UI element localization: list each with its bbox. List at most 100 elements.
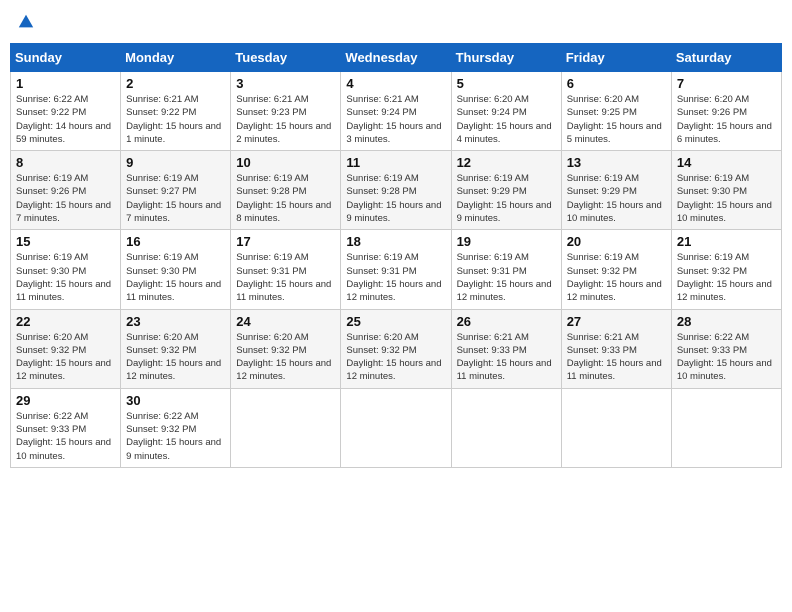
day-info: Sunrise: 6:19 AM Sunset: 9:30 PM Dayligh… (16, 251, 115, 304)
day-info: Sunrise: 6:19 AM Sunset: 9:27 PM Dayligh… (126, 172, 225, 225)
calendar-cell: 3 Sunrise: 6:21 AM Sunset: 9:23 PM Dayli… (231, 72, 341, 151)
day-number: 17 (236, 234, 335, 249)
day-info: Sunrise: 6:19 AM Sunset: 9:31 PM Dayligh… (457, 251, 556, 304)
day-info: Sunrise: 6:19 AM Sunset: 9:28 PM Dayligh… (346, 172, 445, 225)
calendar-cell: 12 Sunrise: 6:19 AM Sunset: 9:29 PM Dayl… (451, 151, 561, 230)
day-number: 6 (567, 76, 666, 91)
day-info: Sunrise: 6:22 AM Sunset: 9:33 PM Dayligh… (16, 410, 115, 463)
day-number: 1 (16, 76, 115, 91)
calendar-cell: 1 Sunrise: 6:22 AM Sunset: 9:22 PM Dayli… (11, 72, 121, 151)
calendar-table: SundayMondayTuesdayWednesdayThursdayFrid… (10, 43, 782, 468)
day-number: 21 (677, 234, 776, 249)
calendar-cell: 10 Sunrise: 6:19 AM Sunset: 9:28 PM Dayl… (231, 151, 341, 230)
day-number: 2 (126, 76, 225, 91)
day-info: Sunrise: 6:21 AM Sunset: 9:24 PM Dayligh… (346, 93, 445, 146)
calendar-header-row: SundayMondayTuesdayWednesdayThursdayFrid… (11, 44, 782, 72)
calendar-cell: 20 Sunrise: 6:19 AM Sunset: 9:32 PM Dayl… (561, 230, 671, 309)
day-info: Sunrise: 6:19 AM Sunset: 9:26 PM Dayligh… (16, 172, 115, 225)
day-info: Sunrise: 6:22 AM Sunset: 9:33 PM Dayligh… (677, 331, 776, 384)
calendar-cell: 21 Sunrise: 6:19 AM Sunset: 9:32 PM Dayl… (671, 230, 781, 309)
calendar-cell: 11 Sunrise: 6:19 AM Sunset: 9:28 PM Dayl… (341, 151, 451, 230)
day-info: Sunrise: 6:19 AM Sunset: 9:30 PM Dayligh… (677, 172, 776, 225)
calendar-cell: 18 Sunrise: 6:19 AM Sunset: 9:31 PM Dayl… (341, 230, 451, 309)
day-number: 9 (126, 155, 225, 170)
calendar-day-header: Friday (561, 44, 671, 72)
logo-icon (17, 13, 35, 31)
day-info: Sunrise: 6:21 AM Sunset: 9:23 PM Dayligh… (236, 93, 335, 146)
day-info: Sunrise: 6:20 AM Sunset: 9:25 PM Dayligh… (567, 93, 666, 146)
day-number: 23 (126, 314, 225, 329)
day-number: 10 (236, 155, 335, 170)
calendar-cell: 27 Sunrise: 6:21 AM Sunset: 9:33 PM Dayl… (561, 309, 671, 388)
calendar-cell: 13 Sunrise: 6:19 AM Sunset: 9:29 PM Dayl… (561, 151, 671, 230)
calendar-cell: 26 Sunrise: 6:21 AM Sunset: 9:33 PM Dayl… (451, 309, 561, 388)
logo (15, 10, 35, 33)
day-info: Sunrise: 6:21 AM Sunset: 9:33 PM Dayligh… (567, 331, 666, 384)
day-number: 4 (346, 76, 445, 91)
day-number: 20 (567, 234, 666, 249)
calendar-week-row: 8 Sunrise: 6:19 AM Sunset: 9:26 PM Dayli… (11, 151, 782, 230)
day-number: 14 (677, 155, 776, 170)
calendar-day-header: Saturday (671, 44, 781, 72)
calendar-day-header: Wednesday (341, 44, 451, 72)
calendar-cell (561, 388, 671, 467)
day-info: Sunrise: 6:20 AM Sunset: 9:32 PM Dayligh… (126, 331, 225, 384)
calendar-cell (341, 388, 451, 467)
calendar-day-header: Tuesday (231, 44, 341, 72)
day-number: 22 (16, 314, 115, 329)
calendar-cell: 23 Sunrise: 6:20 AM Sunset: 9:32 PM Dayl… (121, 309, 231, 388)
calendar-cell: 22 Sunrise: 6:20 AM Sunset: 9:32 PM Dayl… (11, 309, 121, 388)
calendar-week-row: 15 Sunrise: 6:19 AM Sunset: 9:30 PM Dayl… (11, 230, 782, 309)
day-info: Sunrise: 6:22 AM Sunset: 9:22 PM Dayligh… (16, 93, 115, 146)
day-number: 3 (236, 76, 335, 91)
page-header (10, 10, 782, 33)
day-number: 30 (126, 393, 225, 408)
day-info: Sunrise: 6:19 AM Sunset: 9:29 PM Dayligh… (457, 172, 556, 225)
day-info: Sunrise: 6:22 AM Sunset: 9:32 PM Dayligh… (126, 410, 225, 463)
day-number: 28 (677, 314, 776, 329)
day-number: 7 (677, 76, 776, 91)
calendar-cell: 24 Sunrise: 6:20 AM Sunset: 9:32 PM Dayl… (231, 309, 341, 388)
calendar-day-header: Thursday (451, 44, 561, 72)
day-number: 11 (346, 155, 445, 170)
calendar-cell: 9 Sunrise: 6:19 AM Sunset: 9:27 PM Dayli… (121, 151, 231, 230)
calendar-cell: 25 Sunrise: 6:20 AM Sunset: 9:32 PM Dayl… (341, 309, 451, 388)
day-number: 24 (236, 314, 335, 329)
calendar-day-header: Monday (121, 44, 231, 72)
calendar-cell: 7 Sunrise: 6:20 AM Sunset: 9:26 PM Dayli… (671, 72, 781, 151)
calendar-cell: 29 Sunrise: 6:22 AM Sunset: 9:33 PM Dayl… (11, 388, 121, 467)
calendar-cell: 30 Sunrise: 6:22 AM Sunset: 9:32 PM Dayl… (121, 388, 231, 467)
calendar-day-header: Sunday (11, 44, 121, 72)
calendar-cell (451, 388, 561, 467)
day-info: Sunrise: 6:19 AM Sunset: 9:32 PM Dayligh… (677, 251, 776, 304)
calendar-cell: 8 Sunrise: 6:19 AM Sunset: 9:26 PM Dayli… (11, 151, 121, 230)
day-info: Sunrise: 6:20 AM Sunset: 9:32 PM Dayligh… (16, 331, 115, 384)
day-number: 29 (16, 393, 115, 408)
day-info: Sunrise: 6:20 AM Sunset: 9:32 PM Dayligh… (346, 331, 445, 384)
day-info: Sunrise: 6:19 AM Sunset: 9:30 PM Dayligh… (126, 251, 225, 304)
calendar-cell: 4 Sunrise: 6:21 AM Sunset: 9:24 PM Dayli… (341, 72, 451, 151)
calendar-cell: 6 Sunrise: 6:20 AM Sunset: 9:25 PM Dayli… (561, 72, 671, 151)
day-number: 15 (16, 234, 115, 249)
calendar-week-row: 29 Sunrise: 6:22 AM Sunset: 9:33 PM Dayl… (11, 388, 782, 467)
day-number: 18 (346, 234, 445, 249)
calendar-cell (671, 388, 781, 467)
day-info: Sunrise: 6:19 AM Sunset: 9:32 PM Dayligh… (567, 251, 666, 304)
day-number: 19 (457, 234, 556, 249)
calendar-cell: 28 Sunrise: 6:22 AM Sunset: 9:33 PM Dayl… (671, 309, 781, 388)
day-number: 5 (457, 76, 556, 91)
day-number: 12 (457, 155, 556, 170)
day-number: 8 (16, 155, 115, 170)
day-info: Sunrise: 6:19 AM Sunset: 9:31 PM Dayligh… (236, 251, 335, 304)
day-number: 25 (346, 314, 445, 329)
calendar-week-row: 22 Sunrise: 6:20 AM Sunset: 9:32 PM Dayl… (11, 309, 782, 388)
calendar-cell: 17 Sunrise: 6:19 AM Sunset: 9:31 PM Dayl… (231, 230, 341, 309)
calendar-week-row: 1 Sunrise: 6:22 AM Sunset: 9:22 PM Dayli… (11, 72, 782, 151)
calendar-cell: 14 Sunrise: 6:19 AM Sunset: 9:30 PM Dayl… (671, 151, 781, 230)
day-info: Sunrise: 6:19 AM Sunset: 9:29 PM Dayligh… (567, 172, 666, 225)
day-info: Sunrise: 6:21 AM Sunset: 9:22 PM Dayligh… (126, 93, 225, 146)
day-info: Sunrise: 6:19 AM Sunset: 9:31 PM Dayligh… (346, 251, 445, 304)
day-info: Sunrise: 6:19 AM Sunset: 9:28 PM Dayligh… (236, 172, 335, 225)
calendar-cell: 19 Sunrise: 6:19 AM Sunset: 9:31 PM Dayl… (451, 230, 561, 309)
calendar-cell: 15 Sunrise: 6:19 AM Sunset: 9:30 PM Dayl… (11, 230, 121, 309)
